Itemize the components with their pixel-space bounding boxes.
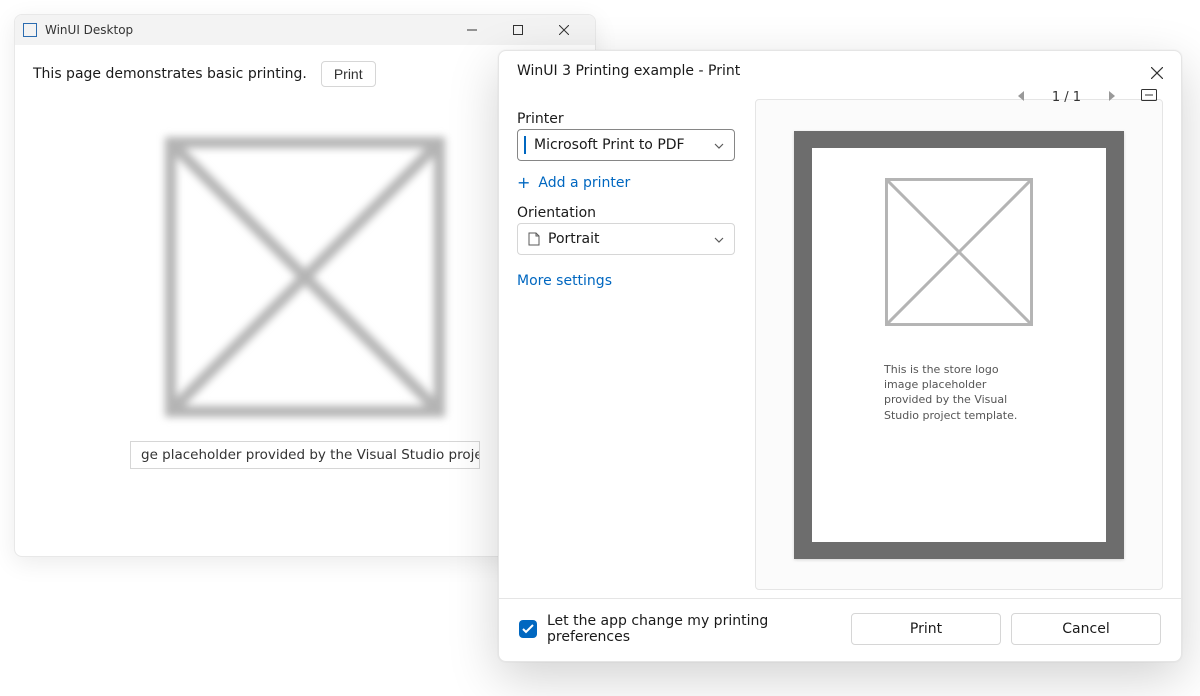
fit-page-button[interactable]: [1141, 89, 1157, 105]
preferences-label: Let the app change my printing preferenc…: [547, 613, 851, 645]
dialog-print-button[interactable]: Print: [851, 613, 1001, 645]
printer-label: Printer: [517, 111, 735, 127]
chevron-down-icon: [714, 231, 724, 247]
preview-placeholder-image: [885, 178, 1033, 326]
add-printer-label: Add a printer: [538, 175, 630, 191]
dialog-title: WinUI 3 Printing example - Print: [517, 63, 740, 79]
printer-selected: Microsoft Print to PDF: [528, 137, 714, 153]
orientation-label: Orientation: [517, 205, 735, 221]
preview-page-frame: This is the store logo image placeholder…: [794, 131, 1124, 559]
preview-page: This is the store logo image placeholder…: [812, 148, 1106, 542]
caption-textbox[interactable]: ge placeholder provided by the Visual St…: [130, 441, 480, 469]
preview-caption: This is the store logo image placeholder…: [884, 362, 1034, 424]
dialog-footer: Let the app change my printing preferenc…: [499, 598, 1181, 661]
page-indicator: 1 / 1: [1052, 90, 1081, 105]
close-button[interactable]: [541, 15, 587, 45]
placeholder-image: [165, 137, 445, 417]
print-button[interactable]: Print: [321, 61, 376, 87]
portrait-icon: [528, 232, 542, 246]
window-title: WinUI Desktop: [45, 23, 449, 37]
dialog-close-button[interactable]: [1145, 61, 1169, 85]
more-settings-link[interactable]: More settings: [517, 267, 735, 289]
next-page-button[interactable]: [1107, 90, 1115, 105]
orientation-selected: Portrait: [542, 231, 714, 247]
preferences-checkbox[interactable]: [519, 620, 537, 638]
prev-page-button[interactable]: [1018, 90, 1026, 105]
print-dialog: WinUI 3 Printing example - Print 1 / 1 P…: [498, 50, 1182, 662]
add-printer-link[interactable]: + Add a printer: [517, 173, 735, 193]
app-description: This page demonstrates basic printing.: [33, 66, 307, 82]
app-icon: [23, 23, 37, 37]
window-controls: [449, 15, 587, 45]
page-navigator: 1 / 1: [1018, 89, 1157, 105]
dialog-cancel-button[interactable]: Cancel: [1011, 613, 1161, 645]
print-preview-panel: This is the store logo image placeholder…: [755, 99, 1163, 590]
maximize-button[interactable]: [495, 15, 541, 45]
orientation-select[interactable]: Portrait: [517, 223, 735, 255]
print-options-panel: Printer Microsoft Print to PDF + Add a p…: [517, 111, 735, 590]
minimize-button[interactable]: [449, 15, 495, 45]
plus-icon: +: [517, 175, 530, 191]
printer-select[interactable]: Microsoft Print to PDF: [517, 129, 735, 161]
titlebar: WinUI Desktop: [15, 15, 595, 45]
chevron-down-icon: [714, 137, 724, 153]
